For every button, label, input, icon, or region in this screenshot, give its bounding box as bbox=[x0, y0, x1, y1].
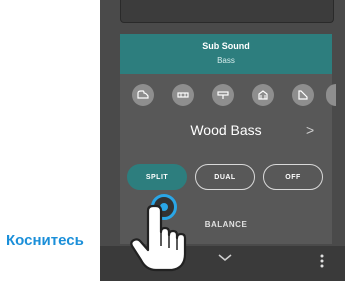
category-icons bbox=[120, 84, 336, 106]
organ-icon[interactable] bbox=[212, 84, 234, 106]
split-button[interactable]: SPLIT bbox=[127, 164, 187, 190]
sub-sound-header: Sub Sound Bass bbox=[120, 34, 332, 74]
grand-piano-icon[interactable] bbox=[132, 84, 154, 106]
church-organ-icon[interactable] bbox=[252, 84, 274, 106]
e-piano-icon[interactable] bbox=[172, 84, 194, 106]
menu-dots-icon[interactable] bbox=[320, 254, 324, 268]
top-card bbox=[120, 0, 334, 23]
dual-button[interactable]: DUAL bbox=[195, 164, 255, 190]
harpsichord-icon[interactable] bbox=[292, 84, 314, 106]
header-title: Sub Sound bbox=[202, 41, 250, 51]
hand-pointer-icon bbox=[130, 204, 187, 272]
off-button[interactable]: OFF bbox=[263, 164, 323, 190]
next-instrument-icon[interactable]: > bbox=[306, 122, 314, 138]
header-subtitle: Bass bbox=[217, 56, 235, 65]
instrument-name[interactable]: Wood Bass bbox=[120, 122, 332, 138]
tap-hint-label: Коснитесь bbox=[6, 232, 84, 249]
more-categories-icon[interactable] bbox=[326, 84, 336, 106]
collapse-chevron-icon[interactable] bbox=[218, 254, 232, 262]
